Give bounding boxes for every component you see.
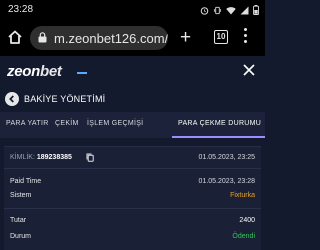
wifi-icon — [226, 6, 236, 14]
logo-accent-line — [77, 72, 87, 74]
more-menu-icon[interactable] — [244, 28, 248, 46]
amount-row: Tutar 2400 — [4, 217, 261, 232]
chevron-left-icon — [9, 95, 14, 103]
home-icon[interactable] — [7, 29, 23, 45]
system-row: Sistem Fixturka — [4, 192, 261, 207]
alarm-icon — [200, 6, 209, 15]
back-button[interactable] — [5, 92, 19, 106]
paid-time-label: Paid Time — [10, 178, 42, 185]
address-bar[interactable]: m.zeonbet126.com/tr — [30, 26, 168, 50]
status-value: Ödendi — [232, 233, 255, 240]
system-label: Sistem — [10, 192, 32, 199]
paid-time-row: Paid Time 01.05.2023, 23:28 — [4, 178, 261, 193]
divider — [4, 168, 261, 169]
status-icons — [200, 5, 259, 15]
active-tab-indicator — [172, 136, 265, 138]
status-time: 23:28 — [8, 4, 34, 15]
copy-icon[interactable] — [86, 153, 94, 162]
lock-icon[interactable] — [38, 32, 47, 43]
tab-transaction-history[interactable]: İŞLEM GEÇMİŞİ — [87, 120, 143, 127]
record-created-date: 01.05.2023, 23:25 — [198, 154, 255, 161]
divider — [4, 208, 261, 209]
amount-value: 2400 — [239, 217, 255, 224]
tab-switcher-button[interactable]: 10 — [214, 30, 228, 44]
tab-withdraw[interactable]: ÇEKİM — [55, 120, 79, 127]
status-label: Durum — [10, 233, 32, 240]
signal-icon — [240, 6, 249, 14]
page-title: BAKİYE YÖNETİMİ — [24, 94, 106, 104]
record-id-value: 189238385 — [36, 154, 72, 161]
paid-time-value: 01.05.2023, 23:28 — [198, 178, 255, 185]
withdrawal-record-card: KİMLİK: 189238385 01.05.2023, 23:25 Paid… — [4, 146, 261, 250]
page-title-row: BAKİYE YÖNETİMİ — [0, 88, 265, 112]
record-id-label: KİMLİK: 189238385 — [10, 154, 72, 161]
tab-deposit[interactable]: PARA YATIR — [6, 120, 49, 127]
new-tab-icon[interactable]: + — [180, 28, 191, 47]
tab-withdrawal-status[interactable]: PARA ÇEKME DURUMU — [178, 120, 261, 127]
battery-icon — [253, 5, 259, 15]
url-text[interactable]: m.zeonbet126.com/tr — [54, 31, 168, 46]
system-value: Fixturka — [230, 192, 255, 199]
balance-tabs: PARA YATIR ÇEKİM İŞLEM GEÇMİŞİ PARA ÇEKM… — [0, 112, 265, 138]
amount-label: Tutar — [10, 217, 27, 224]
record-id-row: KİMLİK: 189238385 01.05.2023, 23:25 — [4, 153, 261, 169]
status-row: Durum Ödendi — [4, 233, 261, 248]
browser-toolbar: m.zeonbet126.com/tr + 10 — [0, 20, 265, 56]
brand-logo[interactable]: zeonbet — [7, 63, 62, 80]
close-icon[interactable] — [242, 63, 256, 77]
vibrate-icon — [213, 6, 222, 14]
app-header: zeonbet — [0, 56, 265, 88]
status-bar: 23:28 — [0, 0, 265, 20]
